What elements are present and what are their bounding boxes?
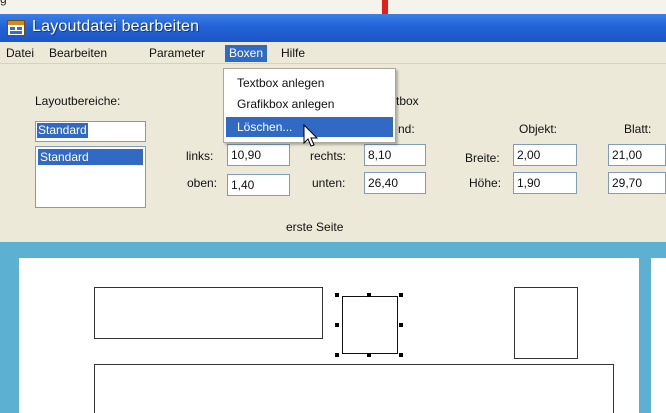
layout-areas-list[interactable]: Standard — [35, 146, 146, 208]
menu-item-grafikbox-anlegen[interactable]: Grafikbox anlegen — [226, 94, 393, 114]
text-box[interactable] — [94, 287, 323, 339]
layout-file-icon — [7, 20, 25, 36]
layout-page-first[interactable] — [19, 258, 639, 413]
list-item[interactable]: Standard — [38, 149, 143, 165]
resize-handle[interactable] — [335, 353, 339, 357]
object-label: Objekt: — [519, 122, 558, 136]
right-label: rechts: — [310, 149, 347, 163]
right-input[interactable]: 8,10 — [364, 144, 426, 166]
title-bar[interactable]: Layoutdatei bearbeiten — [0, 14, 666, 42]
selected-box[interactable] — [342, 296, 398, 354]
layout-page-second[interactable] — [651, 258, 666, 413]
layout-name-value: Standard — [37, 123, 88, 138]
group-label-partial: tbox — [396, 94, 419, 108]
menu-boxen[interactable]: Boxen — [225, 45, 268, 62]
resize-handle[interactable] — [399, 353, 403, 357]
window-title: Layoutdatei bearbeiten — [32, 18, 200, 35]
sheet-label: Blatt: — [624, 122, 652, 136]
top-strip: g — [0, 0, 666, 14]
resize-handle[interactable] — [367, 353, 371, 357]
sheet-width-input[interactable]: 21,00 — [608, 144, 666, 166]
left-label: links: — [186, 149, 214, 163]
menu-bar: Datei Bearbeiten Parameter Boxen Hilfe — [0, 42, 666, 64]
mouse-cursor-icon — [303, 124, 319, 147]
layout-name-input[interactable]: Standard — [35, 121, 146, 142]
height-label: Höhe: — [469, 176, 502, 190]
resize-handle[interactable] — [367, 293, 371, 297]
menu-hilfe[interactable]: Hilfe — [277, 45, 309, 62]
cropped-text: g — [0, 0, 7, 6]
menu-item-textbox-anlegen[interactable]: Textbox anlegen — [226, 73, 393, 93]
bottom-input[interactable]: 26,40 — [364, 172, 426, 194]
menu-parameter[interactable]: Parameter — [145, 45, 209, 62]
graphic-box[interactable] — [514, 287, 578, 359]
resize-handle[interactable] — [399, 323, 403, 327]
width-input[interactable]: 2,00 — [513, 144, 577, 166]
layout-canvas — [0, 242, 666, 413]
width-label: Breite: — [465, 151, 500, 165]
menu-datei[interactable]: Datei — [2, 45, 38, 62]
height-input[interactable]: 1,90 — [513, 172, 577, 194]
menu-bearbeiten[interactable]: Bearbeiten — [45, 45, 111, 62]
margin-label-partial: nd: — [398, 122, 415, 136]
top-input[interactable]: 1,40 — [227, 174, 290, 196]
resize-handle[interactable] — [399, 293, 403, 297]
resize-handle[interactable] — [335, 323, 339, 327]
resize-handle[interactable] — [335, 293, 339, 297]
page-label: erste Seite — [286, 220, 344, 234]
layout-areas-label: Layoutbereiche: — [35, 94, 121, 108]
sheet-height-input[interactable]: 29,70 — [608, 172, 666, 194]
left-input[interactable]: 10,90 — [227, 144, 290, 166]
bottom-label: unten: — [312, 176, 346, 190]
body-box[interactable] — [94, 364, 614, 413]
top-label: oben: — [187, 176, 218, 190]
